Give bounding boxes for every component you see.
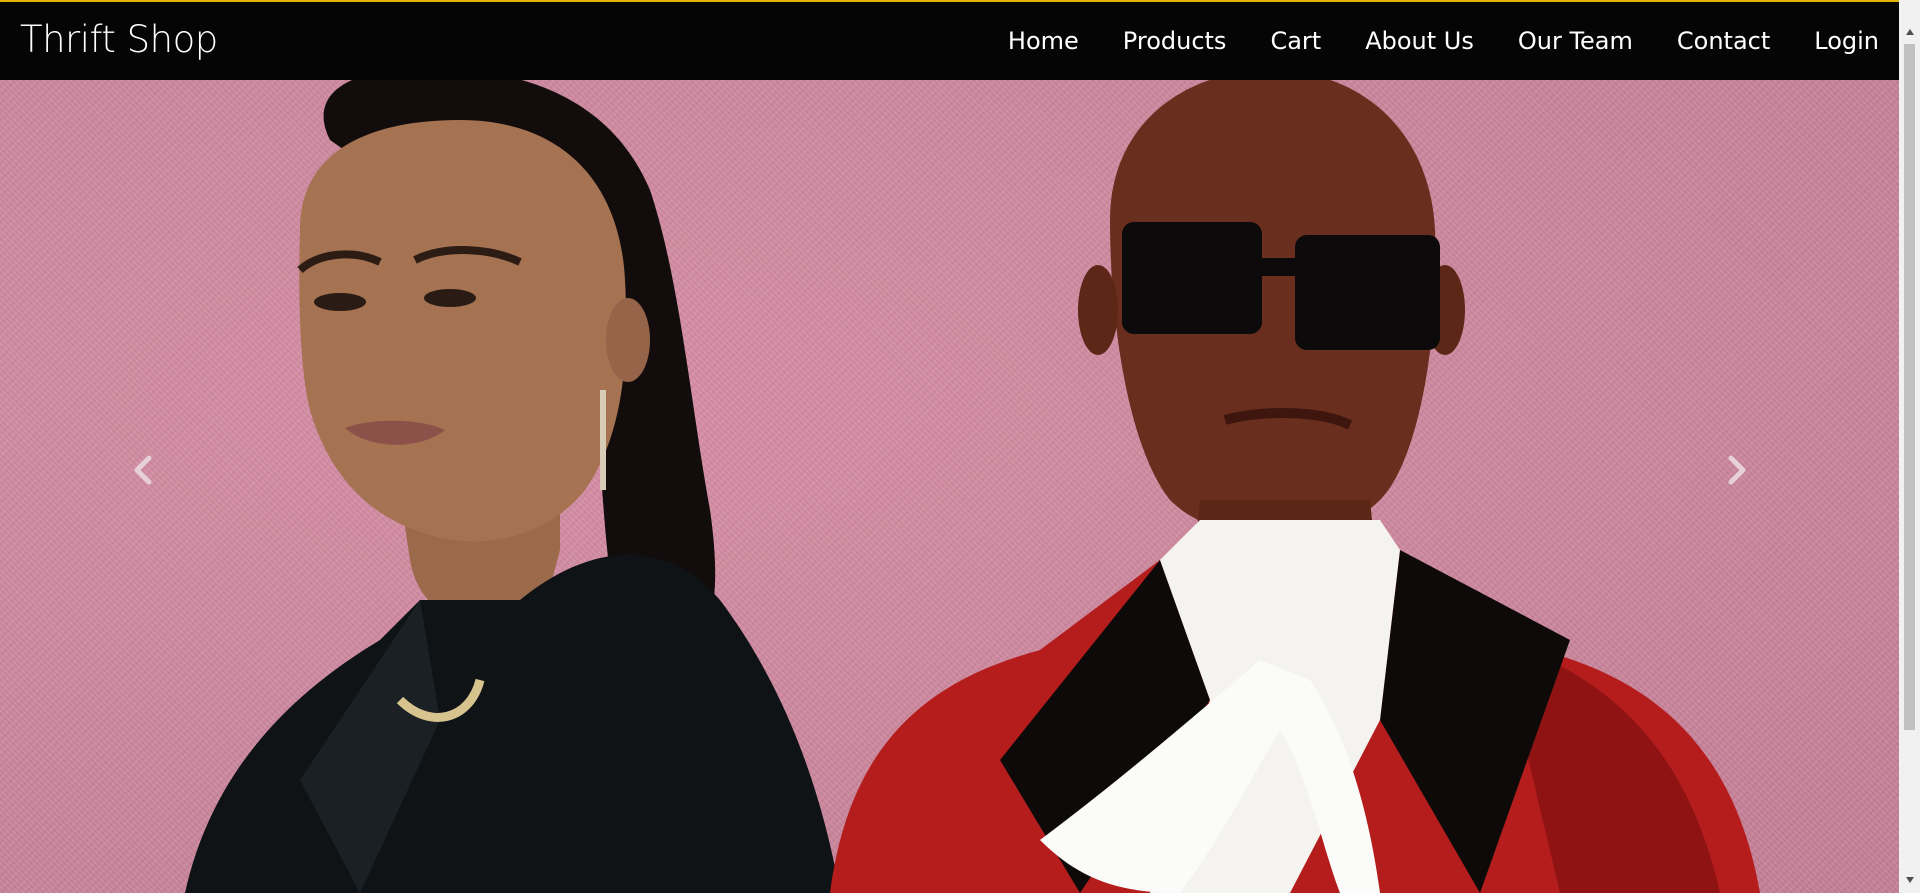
scroll-down-arrow[interactable]	[1899, 870, 1920, 890]
woman-ear	[606, 298, 650, 382]
hero-carousel	[0, 80, 1899, 893]
chevron-right-icon	[1728, 455, 1746, 485]
nav-link-our-team[interactable]: Our Team	[1518, 27, 1633, 55]
nav-item-our-team: Our Team	[1518, 27, 1633, 55]
scroll-up-arrow[interactable]	[1899, 22, 1920, 42]
nav-link-home[interactable]: Home	[1008, 27, 1079, 55]
man-ear-left	[1078, 265, 1118, 355]
woman-eye-left	[314, 293, 366, 311]
man-sunglasses-right	[1295, 235, 1440, 350]
page-scrollbar[interactable]	[1899, 0, 1920, 893]
carousel-next-button[interactable]	[1708, 440, 1768, 500]
nav-link-products[interactable]: Products	[1123, 27, 1227, 55]
woman-eye-right	[424, 289, 476, 307]
carousel-slide-image	[185, 80, 1760, 893]
chevron-left-icon	[134, 455, 152, 485]
carousel-prev-button[interactable]	[112, 440, 172, 500]
woman-face	[299, 120, 627, 542]
navbar: Thrift Shop Home Products Cart About Us …	[0, 2, 1899, 80]
triangle-down-icon	[1905, 877, 1914, 883]
nav-link-about-us[interactable]: About Us	[1365, 27, 1474, 55]
nav-link-cart[interactable]: Cart	[1270, 27, 1321, 55]
woman-earring	[600, 390, 606, 490]
nav-item-products: Products	[1123, 27, 1227, 55]
nav-item-login: Login	[1814, 27, 1879, 55]
triangle-up-icon	[1905, 29, 1914, 35]
woman-blazer	[185, 554, 840, 893]
nav-link-login[interactable]: Login	[1814, 27, 1879, 55]
nav-item-contact: Contact	[1677, 27, 1770, 55]
nav-link-contact[interactable]: Contact	[1677, 27, 1770, 55]
scroll-thumb[interactable]	[1904, 44, 1915, 730]
nav-item-home: Home	[1008, 27, 1079, 55]
nav-links: Home Products Cart About Us Our Team Con…	[964, 2, 1879, 80]
man-sunglasses-left	[1122, 222, 1262, 334]
nav-item-about-us: About Us	[1365, 27, 1474, 55]
brand-logo[interactable]: Thrift Shop	[20, 19, 218, 61]
nav-item-cart: Cart	[1270, 27, 1321, 55]
man-sunglasses-bridge	[1262, 258, 1295, 276]
